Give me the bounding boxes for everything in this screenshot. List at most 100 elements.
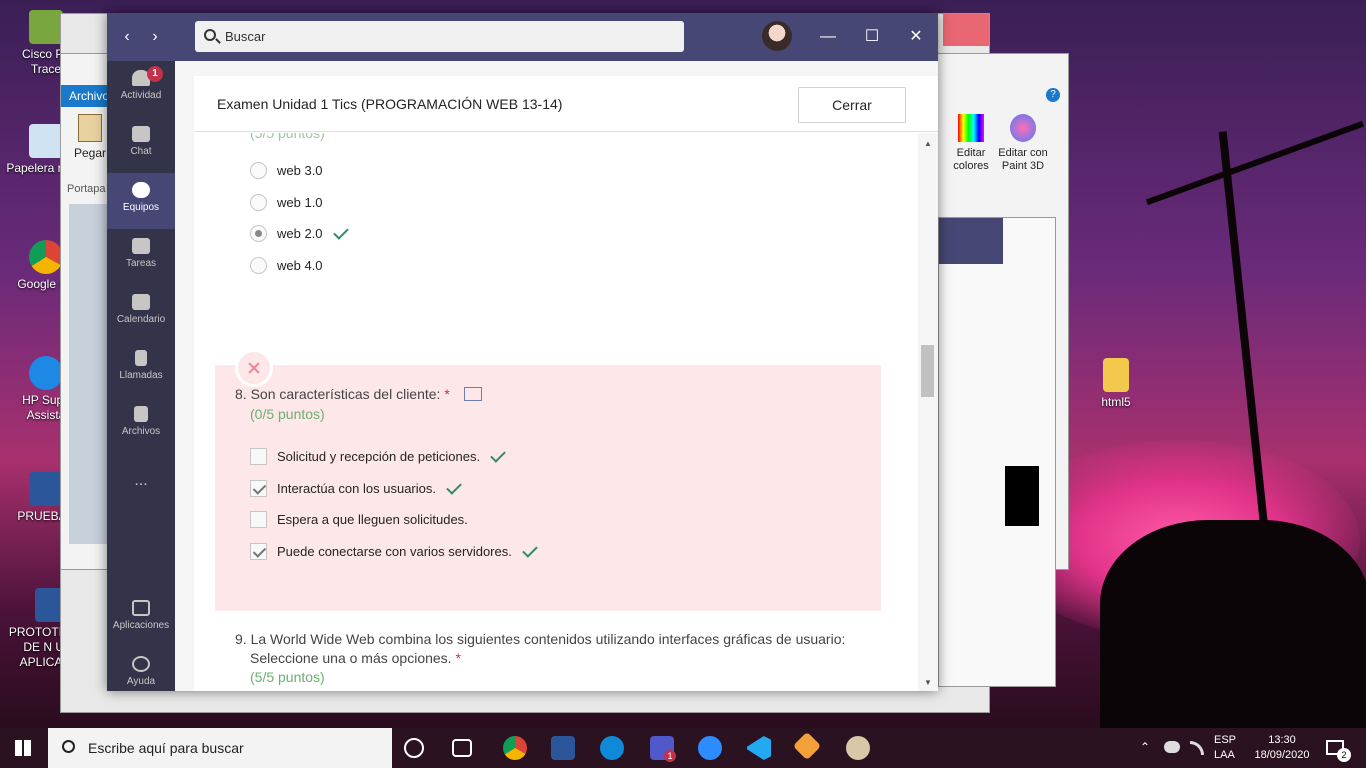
paint-taskbar-icon[interactable] xyxy=(846,736,870,760)
more-icon: ... xyxy=(134,472,148,489)
word-taskbar-icon[interactable] xyxy=(551,736,575,760)
rail-item-more[interactable]: ... xyxy=(107,461,175,517)
rail-item-calendario[interactable]: Calendario xyxy=(107,285,175,341)
wifi-icon[interactable] xyxy=(1190,741,1204,755)
teams-search-input[interactable]: Buscar xyxy=(195,21,684,52)
windows-start-icon[interactable] xyxy=(15,740,31,756)
wrong-answer-icon xyxy=(235,349,273,387)
notification-center-icon[interactable]: 2 xyxy=(1326,740,1351,762)
taskbar-search-input[interactable]: Escribe aquí para buscar xyxy=(48,728,392,768)
back-icon[interactable]: ‹ xyxy=(112,25,142,49)
question-8-points: (0/5 puntos) xyxy=(250,406,325,422)
task-view-icon[interactable] xyxy=(452,739,472,757)
avatar[interactable] xyxy=(762,21,792,51)
cortana-icon[interactable] xyxy=(404,738,424,758)
vscode-taskbar-icon[interactable] xyxy=(747,736,771,760)
paste-button[interactable]: Pegar xyxy=(69,114,111,160)
option-text: web 2.0 xyxy=(277,226,323,241)
rail-item-equipos[interactable]: Equipos xyxy=(107,173,175,229)
edit-paint3d-button[interactable]: Editar con Paint 3D xyxy=(995,114,1051,173)
notification-badge: 2 xyxy=(1337,748,1351,762)
paint-file-tab[interactable]: Archivo xyxy=(61,85,111,107)
question-text: La World Wide Web combina los siguientes… xyxy=(250,631,846,647)
close-button[interactable]: Cerrar xyxy=(798,87,906,123)
desktop-icon-html5[interactable]: html5 xyxy=(1076,358,1156,410)
checkbox[interactable] xyxy=(250,511,267,528)
rail-item-label: Llamadas xyxy=(119,370,163,381)
form-header: Examen Unidad 1 Tics (PROGRAMACIÓN WEB 1… xyxy=(194,76,938,132)
edge-taskbar-icon[interactable] xyxy=(600,736,624,760)
radio-button[interactable] xyxy=(250,194,267,211)
checkbox[interactable] xyxy=(250,480,267,497)
rail-item-archivos[interactable]: Archivos xyxy=(107,397,175,453)
option-label: Solicitud y recepción de peticiones. xyxy=(277,447,506,467)
maximize-icon[interactable]: ☐ xyxy=(857,25,887,49)
rail-item-label: Aplicaciones xyxy=(112,620,170,631)
paste-label: Pegar xyxy=(73,146,107,160)
edit-colors-button[interactable]: Editar colores xyxy=(943,114,999,173)
option-label: Espera a que lleguen solicitudes. xyxy=(277,512,468,527)
form-viewer: Examen Unidad 1 Tics (PROGRAMACIÓN WEB 1… xyxy=(194,76,938,691)
cisco-icon xyxy=(29,10,63,44)
checkbox[interactable] xyxy=(250,448,267,465)
git-taskbar-icon[interactable] xyxy=(792,731,822,761)
clipboard-group-label: Portapa xyxy=(67,183,106,195)
option-label: web 4.0 xyxy=(277,258,323,273)
option-text: Solicitud y recepción de peticiones. xyxy=(277,449,481,464)
search-placeholder: Buscar xyxy=(225,29,266,44)
question-9-subtitle: Seleccione una o más opciones. * xyxy=(250,650,461,666)
question-number: 8. xyxy=(235,386,247,402)
immersive-reader-icon[interactable] xyxy=(463,387,482,401)
checkbox[interactable] xyxy=(250,543,267,560)
rail-item-aplicaciones[interactable]: Aplicaciones xyxy=(107,591,175,647)
forward-icon[interactable]: › xyxy=(140,25,170,49)
hp-support-icon xyxy=(29,356,63,390)
option-label: web 3.0 xyxy=(277,163,323,178)
scroll-up-icon[interactable]: ▲ xyxy=(924,139,932,148)
rail-item-label: Actividad xyxy=(120,90,162,101)
radio-button[interactable] xyxy=(250,225,267,242)
phone-icon xyxy=(135,350,147,366)
clock-date: 18/09/2020 xyxy=(1254,749,1310,761)
rail-item-ayuda[interactable]: Ayuda xyxy=(107,647,175,703)
question-9-points: (5/5 puntos) xyxy=(250,669,325,685)
rail-item-label: Calendario xyxy=(116,314,166,325)
scroll-down-icon[interactable]: ▼ xyxy=(924,678,932,687)
option-label: Interactúa con los usuarios. xyxy=(277,479,462,499)
chevron-up-icon[interactable]: ⌃ xyxy=(1140,740,1150,754)
radio-button[interactable] xyxy=(250,162,267,179)
rail-item-actividad[interactable]: 1 Actividad xyxy=(107,61,175,117)
onedrive-icon[interactable] xyxy=(1164,741,1180,753)
apps-icon xyxy=(132,600,150,616)
clock[interactable]: 13:30 18/09/2020 xyxy=(1254,733,1310,763)
activity-badge: 1 xyxy=(147,66,163,82)
side-window xyxy=(938,217,1056,687)
teams-taskbar-icon[interactable]: 1 xyxy=(650,736,676,762)
taskbar: Escribe aquí para buscar 1 ⌃ ESP LAA 13:… xyxy=(0,728,1366,768)
scrollbar[interactable]: ▲ ▼ xyxy=(918,133,938,691)
chrome-taskbar-icon[interactable] xyxy=(503,736,527,760)
page-title: Examen Unidad 1 Tics (PROGRAMACIÓN WEB 1… xyxy=(217,96,563,112)
option-label: web 1.0 xyxy=(277,195,323,210)
close-icon[interactable] xyxy=(943,14,989,46)
clipboard-icon xyxy=(78,114,102,142)
palm-frond xyxy=(1145,120,1365,206)
language-indicator[interactable]: ESP LAA xyxy=(1214,733,1236,763)
form-body: (5/5 puntos) web 3.0 web 1.0 web 2.0 web… xyxy=(194,133,918,691)
close-icon[interactable]: ✕ xyxy=(901,25,931,49)
file-icon xyxy=(134,406,148,422)
help-icon[interactable]: ? xyxy=(1046,88,1060,102)
side-window-titlebar xyxy=(939,218,1003,264)
folder-icon xyxy=(1103,358,1129,392)
question-subtext: Seleccione una o más opciones. xyxy=(250,650,452,666)
search-icon xyxy=(62,740,75,753)
rail-item-tareas[interactable]: Tareas xyxy=(107,229,175,285)
language-code: ESP xyxy=(1214,734,1237,746)
option-label: web 2.0 xyxy=(277,224,349,244)
zoom-taskbar-icon[interactable] xyxy=(698,736,722,760)
scrollbar-thumb[interactable] xyxy=(921,345,934,397)
radio-button[interactable] xyxy=(250,257,267,274)
rail-item-llamadas[interactable]: Llamadas xyxy=(107,341,175,397)
minimize-icon[interactable]: — xyxy=(813,25,843,49)
rail-item-chat[interactable]: Chat xyxy=(107,117,175,173)
